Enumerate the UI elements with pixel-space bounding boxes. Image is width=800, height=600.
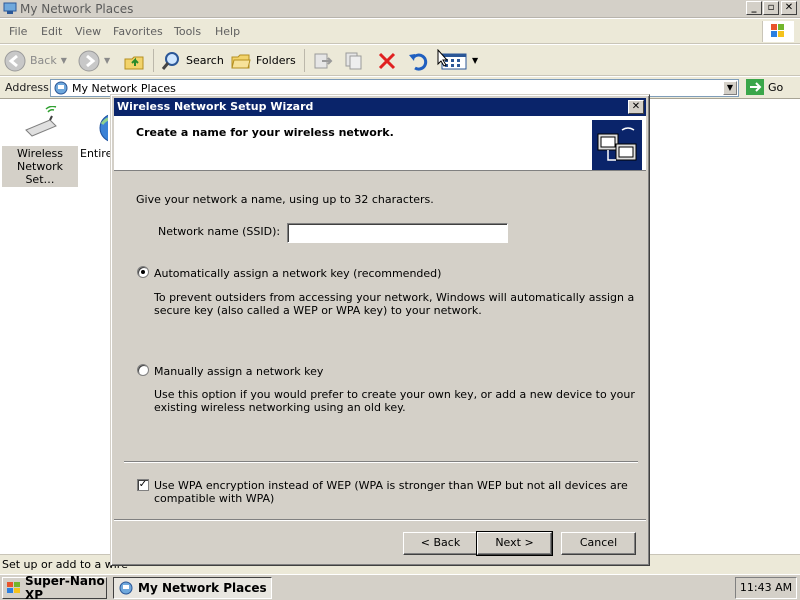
address-dropdown-button[interactable]: ▼	[723, 81, 737, 95]
close-button[interactable]: ✕	[781, 1, 797, 15]
search-icon	[160, 50, 182, 72]
back-wizard-button[interactable]: < Back	[403, 532, 478, 555]
forward-dropdown-icon: ▼	[104, 56, 111, 65]
undo-icon	[407, 50, 429, 72]
delete-button[interactable]	[376, 48, 398, 73]
up-folder-button[interactable]	[123, 48, 145, 73]
manual-key-description-line-2: existing wireless networking using an ol…	[154, 401, 406, 414]
taskbar-item-my-network-places[interactable]: My Network Places	[113, 577, 272, 599]
views-dropdown-icon: ▼	[472, 56, 479, 65]
wireless-network-icon	[20, 106, 60, 146]
copy-to-icon	[343, 50, 365, 72]
folders-button[interactable]: Folders	[230, 48, 296, 73]
windows-flag-icon	[6, 581, 22, 595]
system-clock[interactable]: 11:43 AM	[735, 577, 797, 599]
go-arrow-icon	[746, 79, 764, 95]
wpa-encryption-label-line-1[interactable]: Use WPA encryption instead of WEP (WPA i…	[154, 479, 628, 492]
menu-edit[interactable]: Edit	[41, 25, 62, 38]
window-title: My Network Places	[20, 2, 134, 16]
auto-key-description-line-2: secure key (also called a WEP or WPA key…	[154, 304, 482, 317]
manual-key-option-label[interactable]: Manually assign a network key	[154, 365, 323, 378]
folders-icon	[230, 50, 252, 72]
dialog-button-separator	[114, 519, 646, 521]
go-button[interactable]: Go	[746, 79, 783, 95]
manual-key-radio[interactable]	[137, 364, 149, 376]
forward-button[interactable]: ▼	[78, 48, 110, 73]
undo-button[interactable]	[407, 48, 429, 73]
auto-key-description-line-1: To prevent outsiders from accessing your…	[154, 291, 635, 304]
cancel-button[interactable]: Cancel	[561, 532, 636, 555]
wpa-encryption-checkbox[interactable]: ✓	[137, 479, 149, 491]
start-label: Super-Nano XP	[25, 574, 105, 600]
network-places-icon	[3, 2, 17, 15]
menu-tools[interactable]: Tools	[174, 25, 201, 38]
address-label: Address	[5, 81, 49, 94]
dialog-separator	[124, 461, 638, 463]
entire-network-label: Entire	[80, 147, 113, 160]
dialog-header-title: Create a name for your wireless network.	[136, 126, 394, 139]
up-folder-icon	[123, 50, 145, 72]
auto-key-option-label[interactable]: Automatically assign a network key (reco…	[154, 267, 441, 280]
auto-key-radio[interactable]	[137, 266, 149, 278]
dialog-header: Create a name for your wireless network.	[114, 116, 646, 171]
manual-key-description-line-1: Use this option if you would prefer to c…	[154, 388, 635, 401]
search-button[interactable]: Search	[160, 48, 224, 73]
taskbar-item-label: My Network Places	[138, 581, 267, 595]
go-label: Go	[768, 80, 784, 94]
window-titlebar[interactable]: My Network Places _ ▫ ✕	[0, 0, 800, 18]
maximize-button[interactable]: ▫	[763, 1, 779, 15]
ssid-label: Network name (SSID):	[158, 225, 281, 238]
menu-file[interactable]: File	[9, 25, 27, 38]
move-to-icon	[312, 50, 334, 72]
back-dropdown-icon: ▼	[60, 56, 67, 65]
dialog-titlebar[interactable]: Wireless Network Setup Wizard ✕	[114, 98, 646, 116]
wpa-encryption-label-line-2[interactable]: compatible with WPA)	[154, 492, 274, 505]
forward-arrow-icon	[78, 50, 100, 72]
menu-favorites[interactable]: Favorites	[113, 25, 163, 38]
copy-to-button[interactable]	[343, 48, 365, 73]
delete-icon	[376, 50, 398, 72]
next-button[interactable]: Next >	[476, 531, 553, 556]
dialog-close-button[interactable]: ✕	[628, 100, 644, 114]
back-button[interactable]: Back ▼	[4, 48, 67, 73]
search-label: Search	[186, 54, 224, 67]
back-label: Back	[30, 54, 57, 67]
wireless-setup-icon	[592, 120, 642, 170]
wireless-setup-wizard-dialog: Wireless Network Setup Wizard ✕ Create a…	[110, 94, 650, 566]
menu-help[interactable]: Help	[215, 25, 240, 38]
intro-text: Give your network a name, using up to 32…	[136, 193, 434, 206]
entire-network-item[interactable]: Entire	[58, 106, 118, 161]
radio-selected-dot	[141, 270, 145, 274]
network-places-icon	[53, 81, 69, 95]
menu-bar: File Edit View Favorites Tools Help	[0, 19, 800, 44]
entire-network-icon	[68, 106, 108, 146]
network-places-icon	[118, 581, 134, 595]
ssid-input[interactable]	[287, 223, 508, 243]
dialog-title: Wireless Network Setup Wizard	[117, 100, 314, 113]
minimize-button[interactable]: _	[746, 1, 762, 15]
toolbar: Back ▼ ▼ Search Folders ▼	[0, 45, 800, 76]
status-text: Set up or add to a wire	[2, 558, 128, 571]
mouse-cursor-icon	[437, 49, 449, 67]
start-button[interactable]: Super-Nano XP	[2, 574, 107, 600]
menu-view[interactable]: View	[75, 25, 101, 38]
taskbar: Super-Nano XP My Network Places 11:43 AM	[0, 574, 800, 600]
folders-label: Folders	[256, 54, 296, 67]
move-to-button[interactable]	[312, 48, 334, 73]
windows-logo-icon	[762, 21, 794, 42]
back-arrow-icon	[4, 50, 26, 72]
